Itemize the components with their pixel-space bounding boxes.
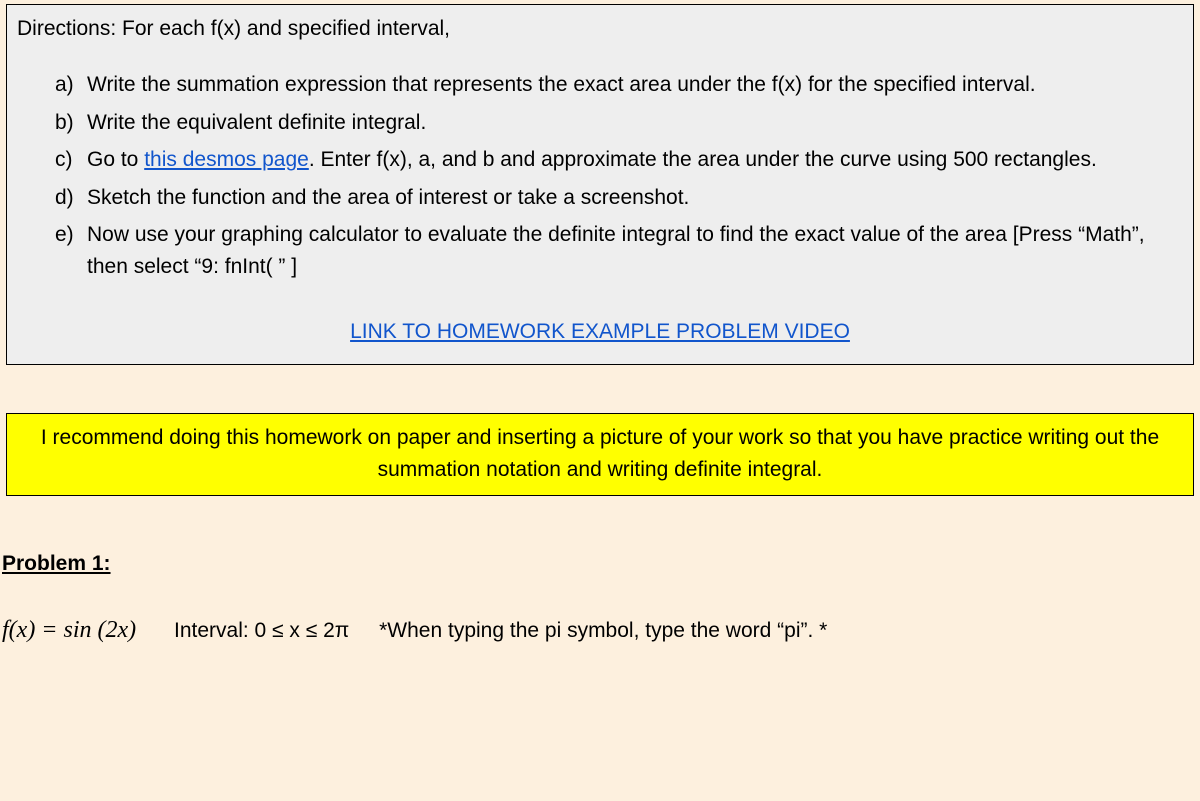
instruction-item-e: e) Now use your graphing calculator to e… [55, 219, 1183, 282]
recommendation-box: I recommend doing this homework on paper… [6, 413, 1194, 496]
item-text-after: . Enter f(x), a, and b and approximate t… [309, 148, 1097, 171]
item-text: Now use your graphing calculator to eval… [87, 223, 1145, 278]
fx-expression: f(x) = sin (2x) [2, 617, 136, 643]
problem-heading: Problem 1: [0, 552, 1200, 576]
item-text: Write the equivalent definite integral. [87, 111, 426, 134]
list-marker: c) [55, 144, 87, 176]
list-marker: e) [55, 219, 87, 282]
directions-box: Directions: For each f(x) and specified … [6, 4, 1194, 365]
instruction-item-b: b) Write the equivalent definite integra… [55, 107, 1183, 139]
list-content: Go to this desmos page. Enter f(x), a, a… [87, 144, 1183, 176]
interval-value: Interval: 0 ≤ x ≤ 2π [174, 619, 349, 642]
list-content: Sketch the function and the area of inte… [87, 182, 1183, 214]
pi-note: *When typing the pi symbol, type the wor… [379, 619, 827, 642]
instruction-list: a) Write the summation expression that r… [17, 69, 1183, 282]
list-marker: d) [55, 182, 87, 214]
instruction-item-d: d) Sketch the function and the area of i… [55, 182, 1183, 214]
list-marker: a) [55, 69, 87, 101]
desmos-link[interactable]: this desmos page [144, 148, 309, 171]
instruction-item-c: c) Go to this desmos page. Enter f(x), a… [55, 144, 1183, 176]
instruction-item-a: a) Write the summation expression that r… [55, 69, 1183, 101]
video-link-wrap: LINK TO HOMEWORK EXAMPLE PROBLEM VIDEO [17, 320, 1183, 344]
list-content: Write the summation expression that repr… [87, 69, 1183, 101]
video-example-link[interactable]: LINK TO HOMEWORK EXAMPLE PROBLEM VIDEO [350, 320, 850, 343]
directions-title: Directions: For each f(x) and specified … [17, 17, 1183, 41]
item-text-before: Go to [87, 148, 144, 171]
list-content: Write the equivalent definite integral. [87, 107, 1183, 139]
list-content: Now use your graphing calculator to eval… [87, 219, 1183, 282]
list-marker: b) [55, 107, 87, 139]
problem-line: f(x) = sin (2x) Interval: 0 ≤ x ≤ 2π *Wh… [0, 614, 1200, 648]
item-text: Sketch the function and the area of inte… [87, 186, 689, 209]
item-text: Write the summation expression that repr… [87, 73, 1036, 96]
interval-text: Interval: 0 ≤ x ≤ 2π [174, 619, 355, 642]
